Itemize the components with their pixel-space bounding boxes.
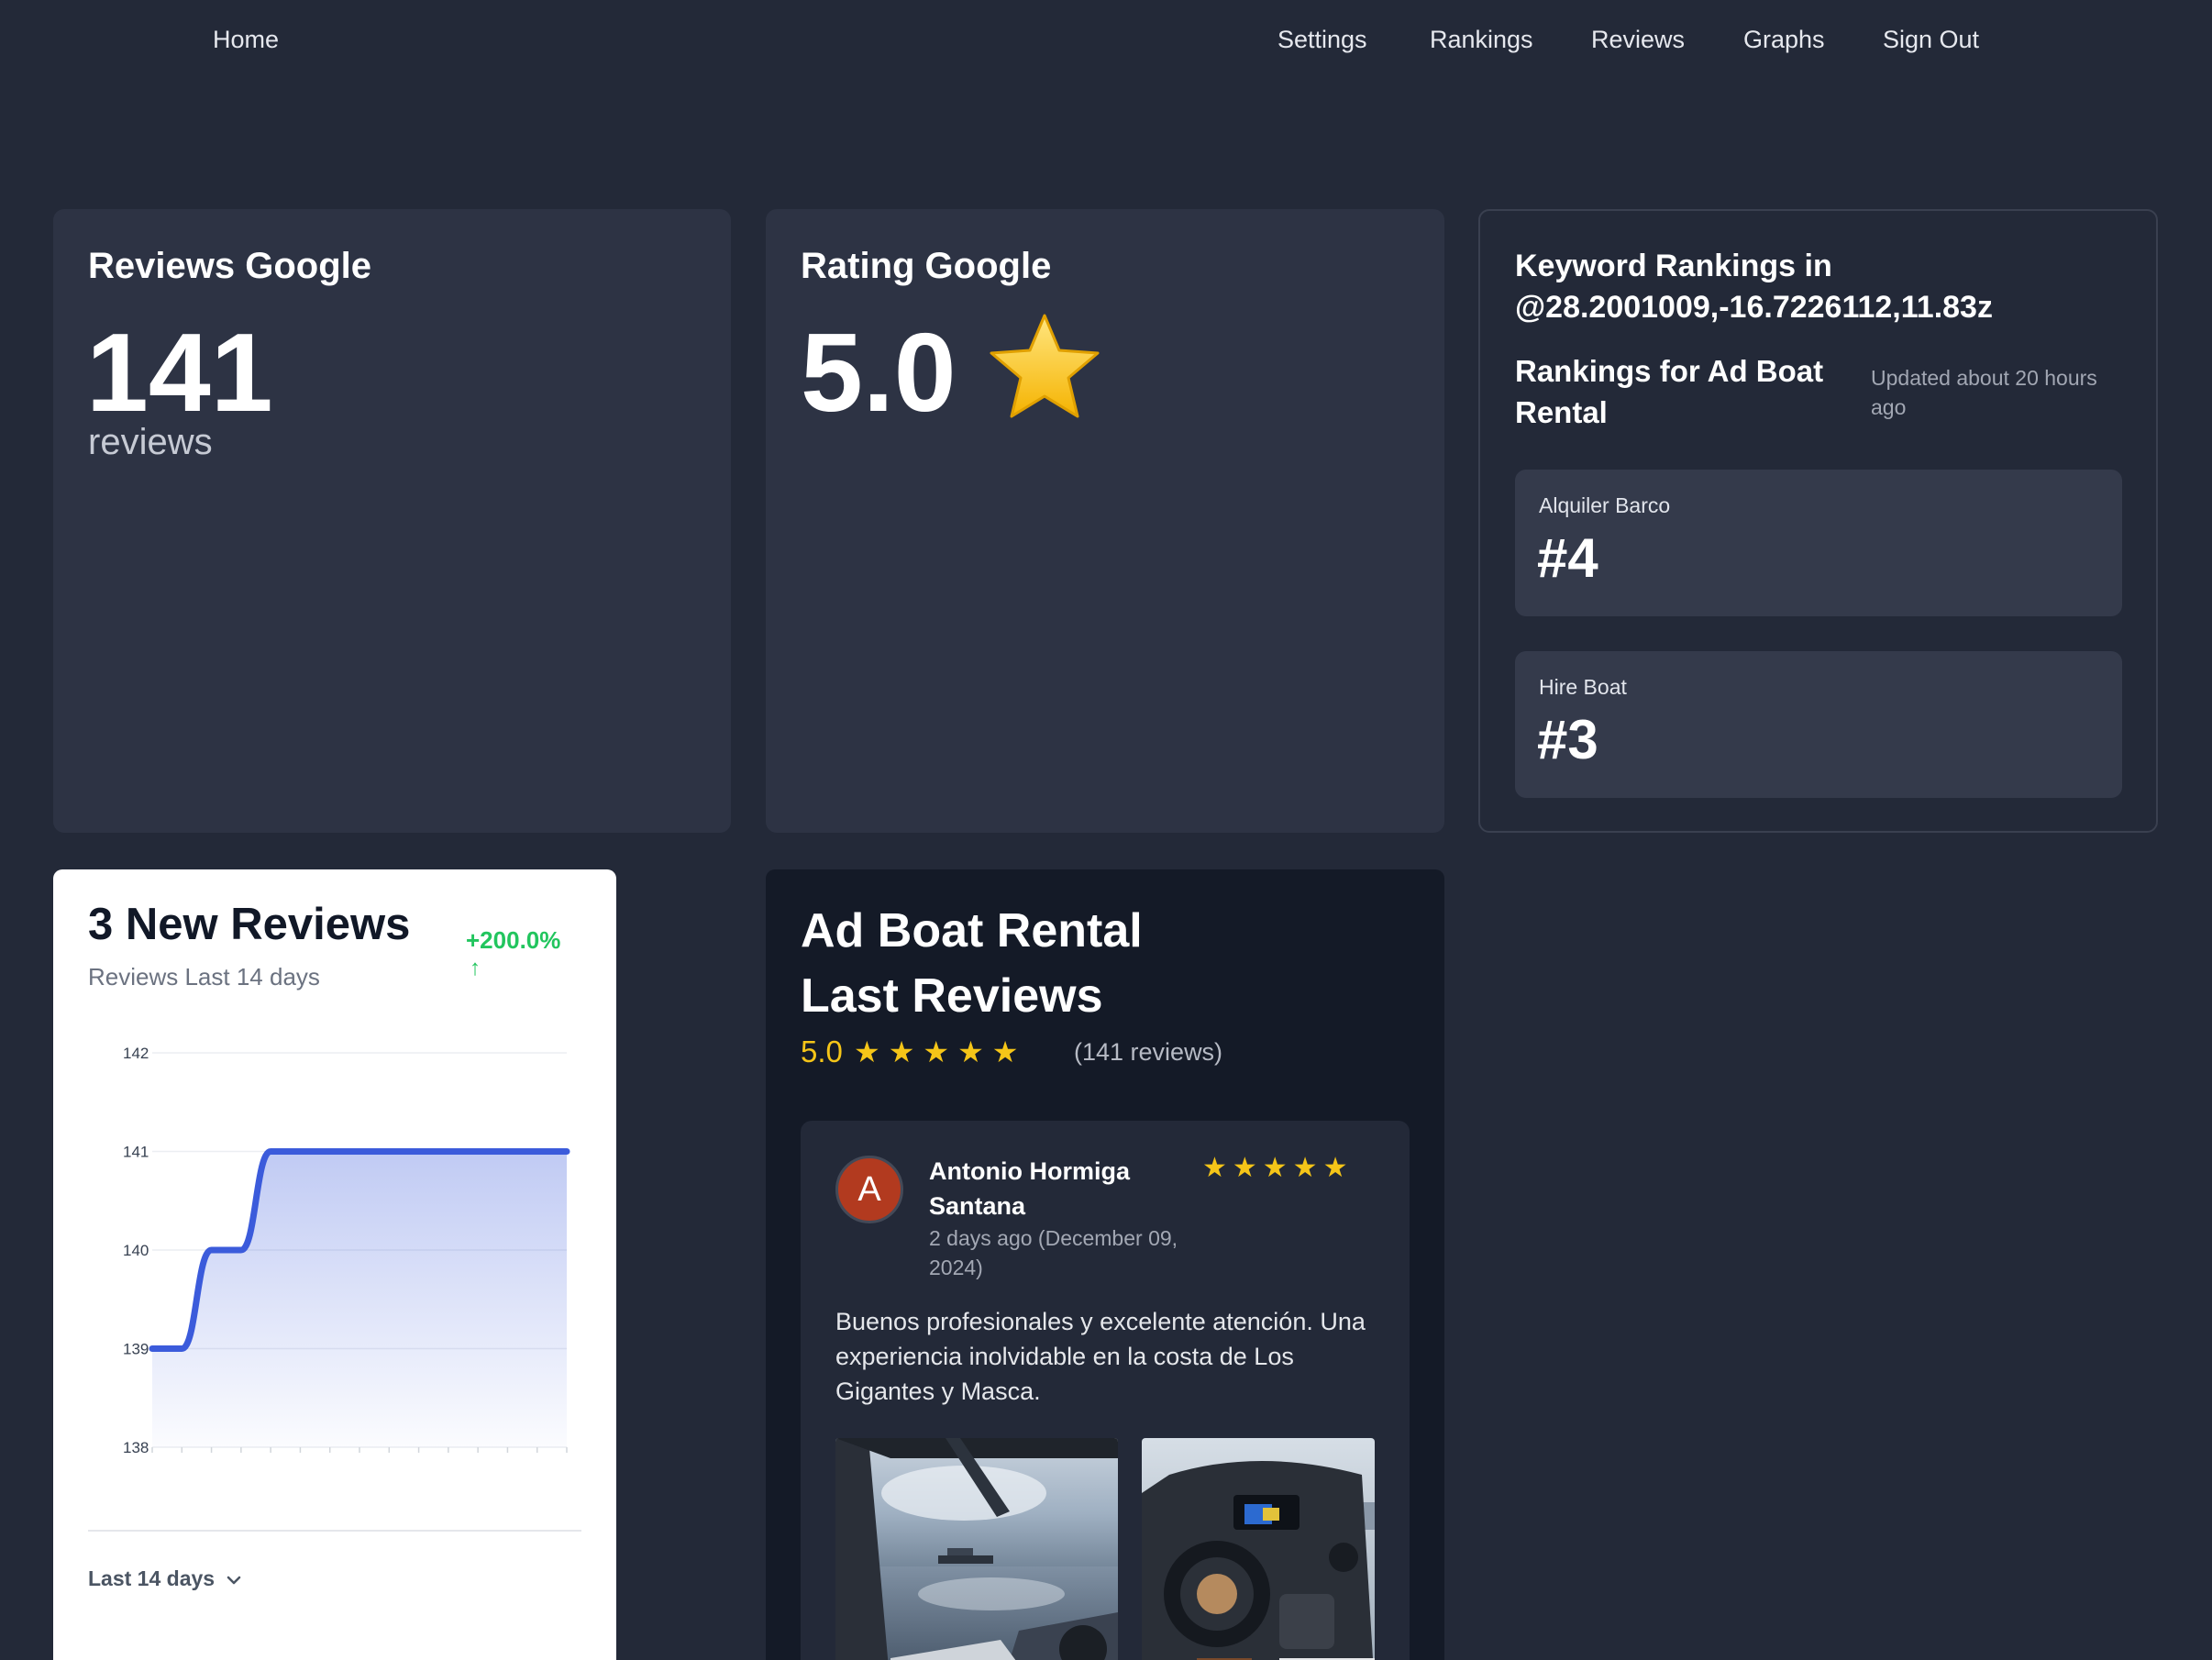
review-date: 2 days ago (December 09, 2024) — [929, 1226, 1178, 1279]
keyword-rankings-title: Keyword Rankings in @28.2001009,-16.7226… — [1515, 249, 1993, 325]
y-tick-label: 142 — [123, 1045, 149, 1062]
review-count: (141 reviews) — [1074, 1038, 1223, 1066]
keyword-rankings-card: Keyword Rankings in @28.2001009,-16.7226… — [1478, 209, 2158, 833]
reviews-count: 141 — [86, 310, 273, 435]
average-rating: 5.0 — [801, 1035, 843, 1068]
y-tick-label: 140 — [123, 1242, 149, 1259]
review-photo[interactable] — [835, 1438, 1118, 1660]
rankings-subtitle: Rankings for Ad Boat Rental — [1515, 354, 1824, 429]
star-icon — [990, 314, 1100, 418]
reviews-unit: reviews — [88, 422, 213, 462]
nav-sign-out[interactable]: Sign Out — [1883, 26, 1979, 54]
last-reviews-panel: Ad Boat Rental Last Reviews 5.0 ★★★★★ (1… — [766, 869, 1444, 1660]
chart-area — [152, 1151, 567, 1447]
y-tick-label: 139 — [123, 1341, 149, 1358]
divider — [88, 1530, 581, 1532]
nav-rankings[interactable]: Rankings — [1430, 26, 1533, 54]
nav-reviews[interactable]: Reviews — [1591, 26, 1685, 54]
reviews-card-title: Reviews Google — [88, 246, 371, 286]
reviews-google-card: Reviews Google 141 reviews — [53, 209, 731, 833]
review-text: Buenos profesionales y excelente atenció… — [835, 1308, 1366, 1405]
business-name: Ad Boat Rental — [801, 904, 1143, 957]
keyword-label: Hire Boat — [1539, 675, 1627, 699]
new-reviews-card: 3 New Reviews Reviews Last 14 days +200.… — [53, 869, 616, 1660]
period-label: Last 14 days — [88, 1566, 216, 1590]
keyword-rank-item[interactable]: Alquiler Barco #4 — [1515, 470, 2122, 616]
keyword-label: Alquiler Barco — [1539, 493, 1671, 517]
period-dropdown[interactable]: Last 14 days — [88, 1566, 242, 1591]
rating-google-card: Rating Google 5.0 — [766, 209, 1444, 833]
keyword-rank: #4 — [1537, 527, 1598, 589]
rating-value: 5.0 — [801, 310, 957, 435]
last-reviews-heading: Last Reviews — [801, 969, 1103, 1023]
rating-stars: ★★★★★ — [854, 1035, 1027, 1068]
y-tick-label: 141 — [123, 1144, 149, 1161]
updated-timestamp: Updated about 20 hours ago — [1871, 366, 2097, 419]
reviewer-name: Antonio Hormiga Santana — [929, 1157, 1130, 1220]
avatar: A — [835, 1156, 903, 1223]
chevron-down-icon — [227, 1576, 241, 1585]
nav-home[interactable]: Home — [213, 26, 279, 54]
rating-card-title: Rating Google — [801, 246, 1052, 286]
review-photo[interactable] — [1142, 1438, 1375, 1660]
review-stars: ★★★★★ — [1202, 1153, 1354, 1183]
y-tick-label: 138 — [123, 1439, 149, 1456]
review-card[interactable]: A Antonio Hormiga Santana 2 days ago (De… — [801, 1121, 1410, 1660]
keyword-rank-item[interactable]: Hire Boat #3 — [1515, 651, 2122, 798]
nav-settings[interactable]: Settings — [1277, 26, 1367, 54]
nav-graphs[interactable]: Graphs — [1743, 26, 1825, 54]
reviews-trend-chart: 142 141 140 139 138 — [123, 1045, 570, 1456]
top-nav: Home Settings Rankings Reviews Graphs Si… — [0, 0, 2212, 92]
keyword-rank: #3 — [1537, 709, 1598, 770]
